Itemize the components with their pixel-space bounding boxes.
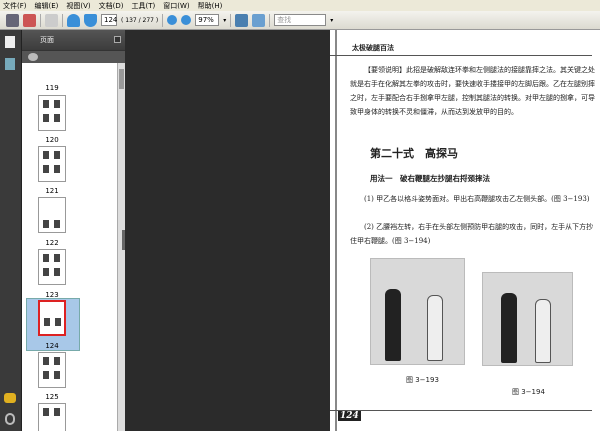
thumbnail-123[interactable] [38, 249, 66, 285]
document-page: 太极破腿百法 【要领说明】此招是破解敌连环拳和左侧腿法的接腿靠摔之法。其关键之处… [330, 30, 600, 431]
subsection-title: 用法一 破右鞭腿左抄腿右捋颈摔法 [370, 174, 490, 183]
thumbnail-label: 120 [45, 136, 59, 144]
pages-panel-tools [22, 50, 125, 63]
menu-view[interactable]: 视图(V) [66, 1, 90, 11]
hand-icon[interactable] [45, 13, 58, 27]
thumbnail-label: 119 [45, 84, 59, 92]
separator [162, 13, 164, 27]
figure-caption: 图 3−193 [406, 376, 439, 384]
figure-person [427, 295, 443, 361]
print-icon[interactable] [6, 13, 19, 27]
step-2: (2) 乙腰裆左转，右手在头部左侧预防甲右腿的攻击，同时，左手从下方抄住甲右鞭腿… [350, 223, 594, 245]
search-dropdown-icon[interactable]: ▾ [330, 17, 333, 24]
page-count: ( 137 / 277 ) [121, 16, 159, 24]
full-screen-icon[interactable] [252, 13, 266, 27]
section-title: 第二十式 高探马 [370, 147, 458, 160]
separator [62, 13, 63, 27]
next-page-icon[interactable] [84, 13, 97, 27]
thumbnail-122[interactable] [38, 197, 66, 233]
menu-bar: 文件(F) 编辑(E) 视图(V) 文档(D) 工具(T) 窗口(W) 帮助(H… [0, 0, 600, 11]
page-binding-line [335, 30, 337, 431]
attachments-icon[interactable] [5, 413, 15, 425]
menu-tools[interactable]: 工具(T) [132, 1, 156, 11]
navigation-strip [0, 30, 22, 431]
share-icon[interactable] [23, 13, 36, 27]
search-input[interactable]: 查找 [274, 14, 327, 26]
separator [40, 13, 41, 27]
page-number-input[interactable]: 124 [101, 14, 117, 26]
thumbnail-125[interactable] [38, 352, 66, 388]
comments-icon[interactable] [4, 393, 16, 403]
menu-help[interactable]: 帮助(H) [198, 1, 223, 11]
figure-caption: 图 3−194 [512, 388, 545, 396]
options-gear-icon[interactable] [28, 53, 38, 61]
thumbnail-126[interactable] [38, 403, 66, 431]
panel-options-icon[interactable] [114, 36, 121, 43]
scrollbar-thumb[interactable] [119, 69, 124, 89]
previous-page-icon[interactable] [67, 13, 80, 27]
thumbnail-121[interactable] [38, 146, 66, 182]
toolbar: 124 ( 137 / 277 ) 97% ▾ 查找 ▾ [0, 11, 600, 30]
thumbnail-124[interactable] [38, 300, 66, 336]
pages-icon[interactable] [5, 36, 15, 48]
zoom-dropdown-icon[interactable]: ▾ [223, 17, 226, 24]
zoom-input[interactable]: 97% [195, 14, 220, 26]
pages-panel-title: 页面 [40, 36, 54, 44]
pages-panel-header: 页面 [22, 30, 125, 50]
pages-panel: 页面 119 120 121 122 123 124 125 [22, 30, 125, 431]
figure-3-194-photo [482, 272, 573, 366]
thumbnail-label: 124 [45, 342, 59, 350]
paragraph-key-points: 【要领说明】此招是破解敌连环拳和左侧腿法的接腿靠摔之法。其关键之处就是右手在化解… [350, 66, 595, 116]
bookmarks-icon[interactable] [5, 58, 15, 70]
figure-person [535, 299, 551, 363]
running-header: 太极破腿百法 [352, 43, 394, 52]
zoom-in-icon[interactable] [181, 15, 192, 25]
figure-person [385, 289, 401, 361]
separator [269, 13, 271, 27]
thumbnail-120[interactable] [38, 95, 66, 131]
thumbnail-label: 122 [45, 239, 59, 247]
menu-window[interactable]: 窗口(W) [163, 1, 189, 11]
figure-person [501, 293, 517, 363]
document-area: 太极破腿百法 【要领说明】此招是破解敌连环拳和左侧腿法的接腿靠摔之法。其关键之处… [122, 30, 600, 431]
thumbnail-list: 119 120 121 122 123 124 125 [22, 63, 117, 431]
step-1: (1) 甲乙各以格斗姿势面对。甲出右高鞭腿攻击乙左侧头部。(图 3−193) [364, 195, 590, 203]
thumbnail-label: 121 [45, 187, 59, 195]
fit-width-icon[interactable] [235, 13, 249, 27]
figure-3-193-photo [370, 258, 465, 365]
menu-edit[interactable]: 编辑(E) [35, 1, 59, 11]
separator [230, 13, 232, 27]
page-number: 124 [338, 411, 361, 421]
thumbnail-label: 125 [45, 393, 59, 401]
zoom-out-icon[interactable] [167, 15, 178, 25]
header-rule [330, 55, 592, 56]
footer-rule [330, 410, 592, 411]
menu-file[interactable]: 文件(F) [3, 1, 27, 11]
menu-document[interactable]: 文档(D) [99, 1, 124, 11]
panel-resize-handle[interactable] [122, 230, 125, 250]
